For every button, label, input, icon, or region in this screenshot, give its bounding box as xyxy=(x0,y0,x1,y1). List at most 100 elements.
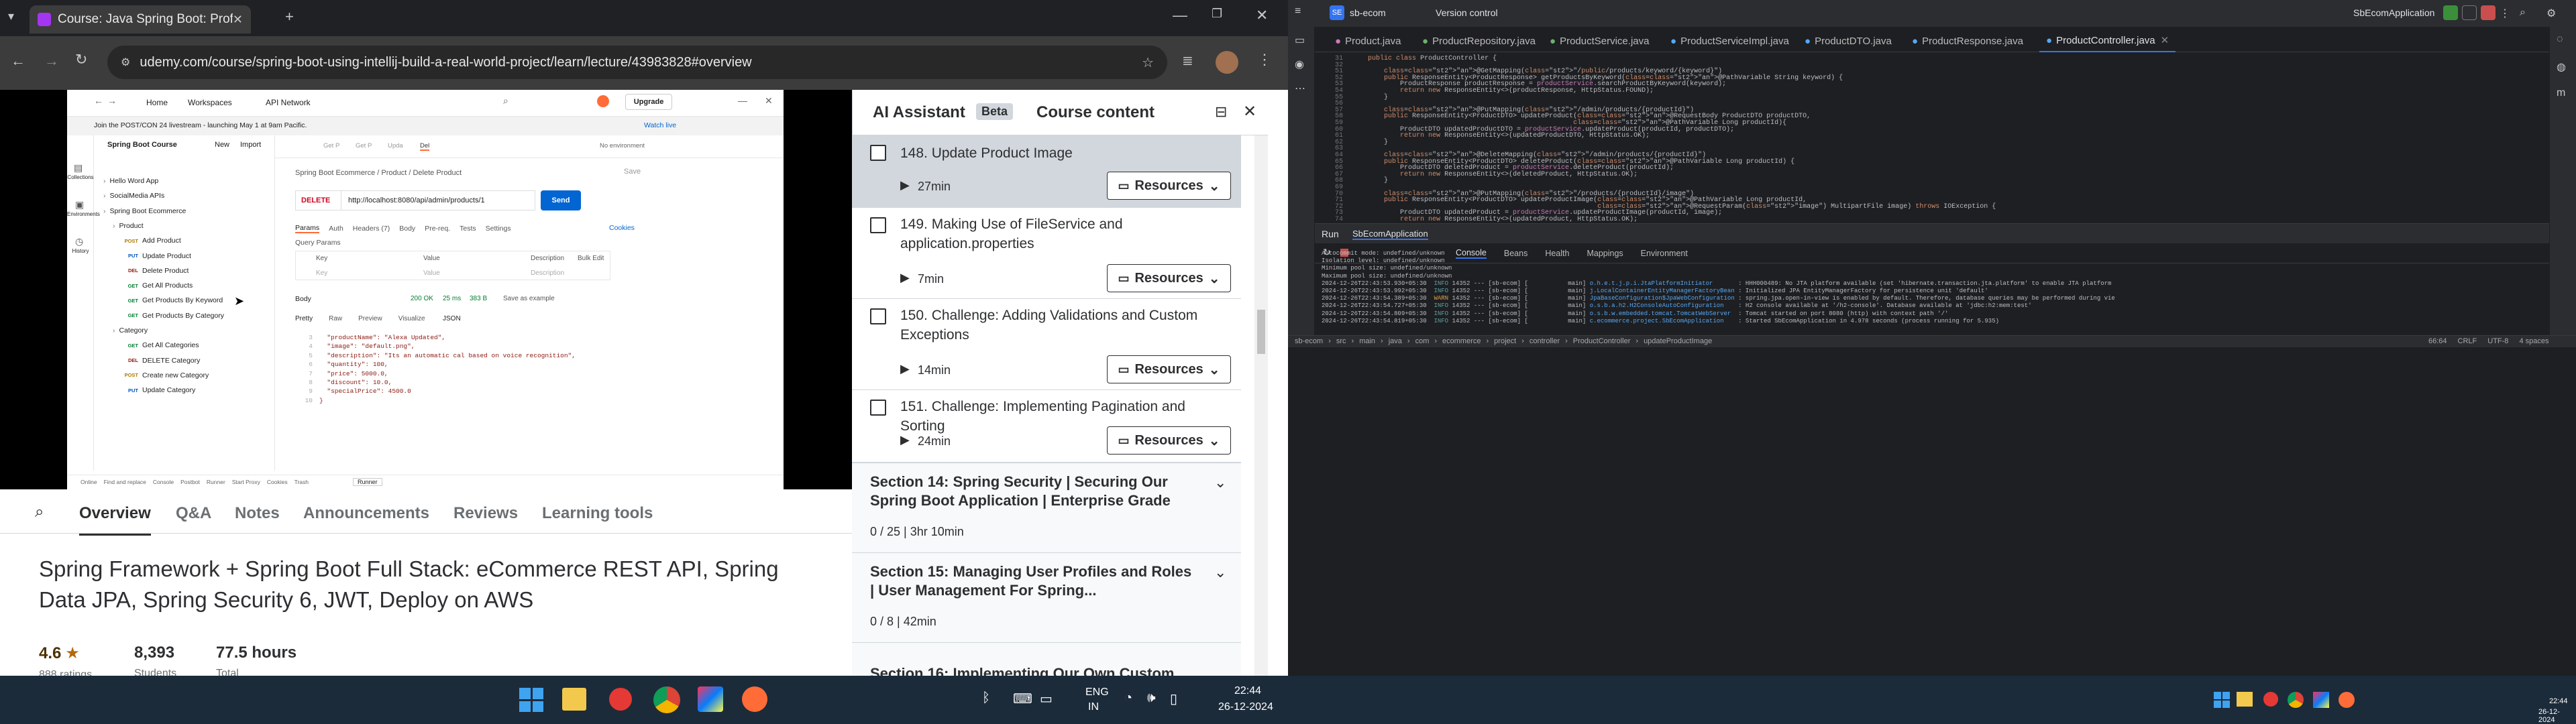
path-segment[interactable]: project xyxy=(1494,337,1516,345)
console-tab[interactable]: Health xyxy=(1545,249,1569,258)
file-explorer-icon[interactable] xyxy=(562,688,586,711)
intellij-taskbar-icon[interactable] xyxy=(698,686,723,712)
history-icon[interactable]: ◷ xyxy=(75,236,83,247)
pm-sub-tab[interactable]: Auth xyxy=(329,225,343,233)
tab-overview[interactable]: Overview xyxy=(79,504,151,536)
monitor-icon[interactable]: ▭ xyxy=(1040,690,1053,707)
chevron-down-icon[interactable]: ⌄ xyxy=(1214,474,1226,491)
course-content-tab[interactable]: Course content xyxy=(1036,103,1155,122)
ide-search-icon[interactable]: ⌕ xyxy=(2520,7,2526,19)
resources-button[interactable]: ▭ Resources ⌄ xyxy=(1107,426,1231,455)
pm-status-item[interactable]: Find and replace xyxy=(104,479,146,485)
status-item[interactable]: UTF-8 xyxy=(2487,337,2508,345)
sidebar-scrollbar[interactable] xyxy=(1254,135,1268,676)
tree-item[interactable]: GET Get Products By Keyword xyxy=(122,296,223,304)
battery-icon[interactable]: ▯ xyxy=(1170,690,1177,707)
media-control-icon[interactable]: ≣ xyxy=(1182,52,1193,69)
qp-bulk-edit[interactable]: Bulk Edit xyxy=(578,255,604,262)
tree-item[interactable]: GET Get Products By Category xyxy=(122,312,224,320)
resources-button[interactable]: ▭ Resources ⌄ xyxy=(1107,172,1231,200)
ide-settings-icon[interactable]: ⚙ xyxy=(2546,7,2556,20)
back-icon[interactable]: ← xyxy=(11,52,25,70)
pm-tab-3[interactable]: Upda xyxy=(388,142,403,149)
pm-nav-home[interactable]: Home xyxy=(146,98,168,107)
pm-cookies-link[interactable]: Cookies xyxy=(609,224,635,232)
postman-taskbar-icon[interactable] xyxy=(742,686,767,712)
pm-close-icon[interactable]: ✕ xyxy=(765,95,773,107)
editor-tab[interactable]: ● ProductService.java xyxy=(1543,29,1656,52)
project-view-icon[interactable]: ▭ xyxy=(1295,34,1305,47)
browser-tab[interactable]: Course: Java Spring Boot: Profe ✕ xyxy=(30,5,251,34)
bookmark-star-icon[interactable]: ☆ xyxy=(1142,54,1154,71)
minimize-icon[interactable]: — xyxy=(1173,7,1187,24)
video-player[interactable]: ← → Home Workspaces API Network ⌕ Upgrad… xyxy=(0,90,852,489)
path-segment[interactable]: ecommerce xyxy=(1442,337,1481,345)
tree-item[interactable]: POST Add Product xyxy=(122,237,181,245)
pm-format-select[interactable]: JSON xyxy=(443,315,461,322)
editor-tab[interactable]: ● ProductResponse.java xyxy=(1905,29,2030,52)
language-label[interactable]: ENG xyxy=(1085,686,1109,699)
bluetooth-icon[interactable]: ᛒ xyxy=(982,690,990,706)
maximize-icon[interactable]: ❐ xyxy=(1212,7,1222,21)
wifi-icon[interactable]: ◔ xyxy=(1124,690,1132,706)
pm-back-icon[interactable]: ← xyxy=(94,95,103,106)
pm-status-item[interactable]: Console xyxy=(153,479,174,485)
tree-item[interactable]: GET Get All Products xyxy=(122,282,193,290)
pm-status-item[interactable]: Trash xyxy=(294,479,309,485)
console-output[interactable]: Autocommit mode: undefined/unknown Isolat… xyxy=(1315,250,2549,331)
pm-environment[interactable]: No environment xyxy=(600,142,645,149)
status-item[interactable]: 4 spaces xyxy=(2519,337,2548,345)
close-window-icon[interactable]: ✕ xyxy=(1256,7,1268,24)
stop-icon[interactable] xyxy=(2481,5,2496,20)
pm-status-item[interactable]: Runner xyxy=(207,479,225,485)
close-sidebar-icon[interactable]: ✕ xyxy=(1243,102,1256,121)
lecture-checkbox[interactable] xyxy=(870,308,886,324)
tree-item[interactable]: POST Create new Category xyxy=(122,371,209,379)
new-tab-icon[interactable]: + xyxy=(285,8,294,25)
commit-icon[interactable]: ◉ xyxy=(1295,58,1304,71)
rerun-icon[interactable] xyxy=(2443,5,2458,20)
section-14[interactable]: Section 14: Spring Security | Securing O… xyxy=(852,463,1241,552)
maven-icon[interactable]: m xyxy=(2557,87,2565,99)
pm-status-item[interactable]: Start Proxy xyxy=(232,479,260,485)
tree-item[interactable]: PUT Update Product xyxy=(122,252,191,260)
environments-icon[interactable]: ▣ xyxy=(75,199,84,210)
search-course-icon[interactable]: ⌕ xyxy=(35,503,44,522)
tree-item[interactable]: GET Get All Categories xyxy=(122,341,199,349)
editor-tab[interactable]: ● ProductServiceImpl.java xyxy=(1664,29,1796,52)
lecture-item-151[interactable]: 151. Challenge: Implementing Pagination … xyxy=(852,390,1241,463)
qp-desc-input[interactable]: Description xyxy=(531,269,564,277)
chevron-down-icon[interactable]: ⌄ xyxy=(1214,564,1226,581)
lecture-checkbox[interactable] xyxy=(870,400,886,416)
editor-tab[interactable]: ● ProductRepository.java xyxy=(1415,29,1542,52)
tree-item[interactable]: › SocialMedia APIs xyxy=(103,192,164,200)
start-icon[interactable] xyxy=(519,688,543,712)
path-segment[interactable]: java xyxy=(1389,337,1402,345)
tab-list-icon[interactable]: ▾ xyxy=(8,9,14,23)
site-info-icon[interactable]: ⚙ xyxy=(121,56,130,69)
media-player-icon[interactable] xyxy=(2263,692,2278,707)
pm-runner-button[interactable]: Runner xyxy=(353,478,382,486)
start-icon[interactable] xyxy=(2214,692,2230,708)
reload-icon[interactable]: ↻ xyxy=(75,51,87,68)
lecture-item-150[interactable]: 150. Challenge: Adding Validations and C… xyxy=(852,299,1241,390)
editor-tab-active[interactable]: ● ProductController.java ✕ xyxy=(2039,29,2176,52)
notifications-icon[interactable]: ◌ xyxy=(2557,34,2563,46)
pm-nav-workspaces[interactable]: Workspaces xyxy=(188,98,232,107)
tree-item[interactable]: › Product xyxy=(113,222,144,230)
volume-icon[interactable]: 🕪 xyxy=(1147,690,1156,706)
chevron-icon[interactable]: › xyxy=(113,326,115,335)
collections-icon[interactable]: ▤ xyxy=(74,162,83,174)
address-bar[interactable]: ⚙ udemy.com/course/spring-boot-using-int… xyxy=(107,46,1167,79)
pm-sub-tab[interactable]: Body xyxy=(399,225,415,233)
resources-button[interactable]: ▭ Resources ⌄ xyxy=(1107,264,1231,292)
tree-item[interactable]: › Spring Boot Ecommerce xyxy=(103,207,186,215)
pm-sub-tab[interactable]: Pre-req. xyxy=(425,225,450,233)
tree-item[interactable]: › Category xyxy=(113,326,148,335)
project-name[interactable]: sb-ecom xyxy=(1350,7,1386,18)
pm-body-tab[interactable]: Raw xyxy=(329,315,342,322)
postman-taskbar-icon[interactable] xyxy=(2339,692,2355,708)
pm-tab-4[interactable]: Del xyxy=(420,142,430,151)
code-editor[interactable]: 31 32 51 52 53 54 55 56 57 58 59 60 61 62 63 64 65 66 67 68… xyxy=(1315,52,2549,223)
path-segment[interactable]: main xyxy=(1359,337,1375,345)
